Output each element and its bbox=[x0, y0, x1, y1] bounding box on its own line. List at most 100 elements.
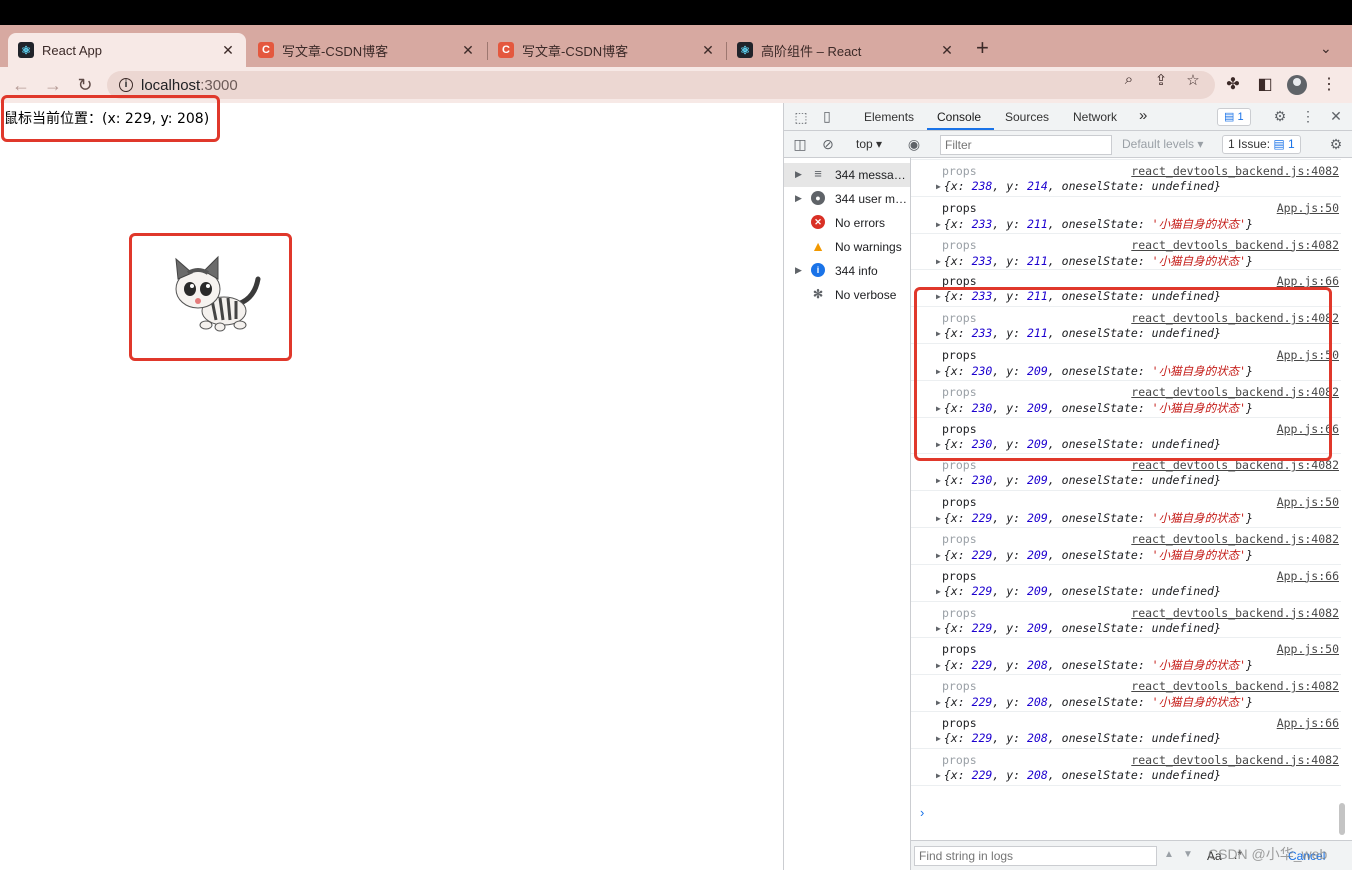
log-object[interactable]: ▶ {x: 229, y: 209, oneselState: undefined… bbox=[936, 621, 1221, 635]
close-devtools-icon[interactable]: ✕ bbox=[1327, 108, 1345, 125]
expand-triangle-icon[interactable]: ▶ bbox=[936, 587, 941, 596]
expand-triangle-icon[interactable]: ▶ bbox=[936, 624, 941, 633]
find-next-icon[interactable]: ▼ bbox=[1183, 849, 1193, 860]
tab-console[interactable]: Console bbox=[937, 110, 981, 124]
sidebar-item-messages[interactable]: ▶ ≡ 344 messa… bbox=[784, 163, 910, 187]
expand-arrow-icon[interactable]: ▶ bbox=[795, 169, 802, 180]
console-log-row[interactable]: props App.js:66 ▶ {x: 229, y: 209, oneselSt… bbox=[911, 565, 1341, 602]
sidebar-item-user-messages[interactable]: ▶ ● 344 user m… bbox=[784, 187, 910, 211]
log-object[interactable]: ▶ {x: 230, y: 209, oneselState: undefined… bbox=[936, 473, 1221, 487]
expand-triangle-icon[interactable]: ▶ bbox=[936, 771, 941, 780]
log-source-link[interactable]: App.js:50 bbox=[1277, 642, 1339, 656]
kebab-menu-icon[interactable]: ⋮ bbox=[1299, 108, 1317, 125]
expand-triangle-icon[interactable]: ▶ bbox=[936, 257, 941, 266]
live-expression-eye-icon[interactable]: ◉ bbox=[905, 136, 923, 153]
more-tabs-chevron-icon[interactable]: » bbox=[1139, 107, 1147, 124]
issues-button[interactable]: 1 Issue: ▤ 1 bbox=[1222, 135, 1301, 154]
expand-triangle-icon[interactable]: ▶ bbox=[936, 476, 941, 485]
zoom-icon[interactable]: ⌕ bbox=[1119, 71, 1139, 88]
console-log-row[interactable]: props react_devtools_backend.js:4082 ▶ {x: … bbox=[911, 160, 1341, 197]
tab-hoc-react[interactable]: ⚛ 高阶组件 – React ✕ bbox=[727, 33, 965, 67]
log-source-link[interactable]: App.js:50 bbox=[1277, 495, 1339, 509]
side-panel-icon[interactable]: ◧ bbox=[1255, 74, 1275, 94]
console-settings-gear-icon[interactable]: ⚙ bbox=[1327, 136, 1345, 153]
cat-image[interactable] bbox=[162, 253, 262, 343]
console-log-row[interactable]: props react_devtools_backend.js:4082 ▶ {x: … bbox=[911, 234, 1341, 271]
settings-gear-icon[interactable]: ⚙ bbox=[1271, 108, 1289, 125]
log-object[interactable]: ▶ {x: 229, y: 209, oneselState: '小猫自身的状态'… bbox=[936, 510, 1253, 526]
expand-triangle-icon[interactable]: ▶ bbox=[936, 514, 941, 523]
close-icon[interactable]: ✕ bbox=[700, 42, 716, 59]
sidebar-item-verbose[interactable]: ✻ No verbose bbox=[784, 283, 910, 307]
extensions-puzzle-icon[interactable]: ✤ bbox=[1223, 74, 1243, 94]
expand-triangle-icon[interactable]: ▶ bbox=[936, 698, 941, 707]
log-source-link[interactable]: App.js:66 bbox=[1277, 716, 1339, 730]
log-source-link[interactable]: react_devtools_backend.js:4082 bbox=[1131, 164, 1339, 178]
new-tab-button[interactable]: + bbox=[976, 37, 989, 59]
log-source-link[interactable]: react_devtools_backend.js:4082 bbox=[1131, 532, 1339, 546]
close-icon[interactable]: ✕ bbox=[460, 42, 476, 59]
find-previous-icon[interactable]: ▲ bbox=[1164, 849, 1174, 860]
log-object[interactable]: ▶ {x: 229, y: 208, oneselState: '小猫自身的状态'… bbox=[936, 694, 1253, 710]
tab-csdn-1[interactable]: C 写文章-CSDN博客 ✕ bbox=[248, 33, 486, 67]
log-source-link[interactable]: react_devtools_backend.js:4082 bbox=[1131, 679, 1339, 693]
sidebar-item-errors[interactable]: ✕ No errors bbox=[784, 211, 910, 235]
log-object[interactable]: ▶ {x: 233, y: 211, oneselState: '小猫自身的状态'… bbox=[936, 253, 1253, 269]
close-icon[interactable]: ✕ bbox=[220, 42, 236, 59]
log-source-link[interactable]: react_devtools_backend.js:4082 bbox=[1131, 606, 1339, 620]
find-in-logs-input[interactable] bbox=[914, 846, 1157, 866]
console-filter-input[interactable] bbox=[940, 135, 1112, 155]
log-object[interactable]: ▶ {x: 229, y: 208, oneselState: undefined… bbox=[936, 768, 1221, 782]
expand-triangle-icon[interactable]: ▶ bbox=[936, 182, 941, 191]
tab-csdn-2[interactable]: C 写文章-CSDN博客 ✕ bbox=[488, 33, 726, 67]
console-log-row[interactable]: props react_devtools_backend.js:4082 ▶ {x: … bbox=[911, 749, 1341, 786]
share-icon[interactable]: ⇪ bbox=[1151, 71, 1171, 89]
menu-kebab-icon[interactable]: ⋮ bbox=[1319, 74, 1339, 94]
sidebar-toggle-icon[interactable]: ◫ bbox=[791, 136, 809, 153]
console-log-row[interactable]: props react_devtools_backend.js:4082 ▶ {x: … bbox=[911, 528, 1341, 565]
sidebar-item-info[interactable]: ▶ i 344 info bbox=[784, 259, 910, 283]
console-messages-badge[interactable]: ▤ 1 bbox=[1217, 108, 1251, 126]
tab-sources[interactable]: Sources bbox=[1005, 110, 1049, 124]
address-bar[interactable]: i localhost:3000 bbox=[107, 71, 1215, 99]
console-prompt-icon[interactable]: › bbox=[920, 805, 924, 820]
profile-avatar[interactable] bbox=[1287, 75, 1307, 95]
close-icon[interactable]: ✕ bbox=[939, 42, 955, 59]
expand-triangle-icon[interactable]: ▶ bbox=[936, 734, 941, 743]
sidebar-item-warnings[interactable]: ▲ No warnings bbox=[784, 235, 910, 259]
console-log-row[interactable]: props App.js:50 ▶ {x: 233, y: 211, oneselSt… bbox=[911, 197, 1341, 234]
expand-triangle-icon[interactable]: ▶ bbox=[936, 551, 941, 560]
log-source-link[interactable]: react_devtools_backend.js:4082 bbox=[1131, 238, 1339, 252]
expand-arrow-icon[interactable]: ▶ bbox=[795, 265, 802, 276]
log-object[interactable]: ▶ {x: 229, y: 209, oneselState: undefined… bbox=[936, 584, 1221, 598]
log-source-link[interactable]: App.js:66 bbox=[1277, 569, 1339, 583]
console-scrollbar[interactable] bbox=[1339, 803, 1345, 835]
expand-triangle-icon[interactable]: ▶ bbox=[936, 661, 941, 670]
forward-arrow-icon[interactable]: → bbox=[41, 73, 65, 97]
console-log-row[interactable]: props react_devtools_backend.js:4082 ▶ {x: … bbox=[911, 602, 1341, 639]
tab-search-chevron-icon[interactable]: ⌄ bbox=[1320, 40, 1332, 57]
console-log-row[interactable]: props App.js:66 ▶ {x: 229, y: 208, oneselSt… bbox=[911, 712, 1341, 749]
log-levels-dropdown[interactable]: Default levels ▾ bbox=[1122, 137, 1203, 151]
clear-console-icon[interactable]: ⊘ bbox=[819, 136, 837, 153]
console-log-row[interactable]: props react_devtools_backend.js:4082 ▶ {x: … bbox=[911, 675, 1341, 712]
console-log-row[interactable]: props App.js:50 ▶ {x: 229, y: 208, oneselSt… bbox=[911, 638, 1341, 676]
expand-arrow-icon[interactable]: ▶ bbox=[795, 193, 802, 204]
log-object[interactable]: ▶ {x: 229, y: 209, oneselState: '小猫自身的状态'… bbox=[936, 547, 1253, 563]
tab-elements[interactable]: Elements bbox=[864, 110, 914, 124]
site-info-icon[interactable]: i bbox=[119, 78, 133, 92]
back-arrow-icon[interactable]: ← bbox=[9, 73, 33, 97]
log-source-link[interactable]: react_devtools_backend.js:4082 bbox=[1131, 753, 1339, 767]
device-toolbar-icon[interactable]: ▯ bbox=[818, 108, 836, 125]
inspect-element-icon[interactable]: ⬚ bbox=[792, 109, 810, 126]
tab-react-app[interactable]: ⚛ React App ✕ bbox=[8, 33, 246, 67]
console-log-row[interactable]: props App.js:50 ▶ {x: 229, y: 209, oneselSt… bbox=[911, 491, 1341, 528]
log-object[interactable]: ▶ {x: 233, y: 211, oneselState: '小猫自身的状态'… bbox=[936, 216, 1253, 232]
log-source-link[interactable]: App.js:50 bbox=[1277, 201, 1339, 215]
log-object[interactable]: ▶ {x: 229, y: 208, oneselState: undefined… bbox=[936, 731, 1221, 745]
context-select[interactable]: top ▾ bbox=[856, 137, 882, 151]
log-object[interactable]: ▶ {x: 238, y: 214, oneselState: undefined… bbox=[936, 179, 1221, 193]
bookmark-star-icon[interactable]: ☆ bbox=[1183, 71, 1203, 89]
expand-triangle-icon[interactable]: ▶ bbox=[936, 220, 941, 229]
reload-icon[interactable]: ↻ bbox=[73, 73, 97, 97]
